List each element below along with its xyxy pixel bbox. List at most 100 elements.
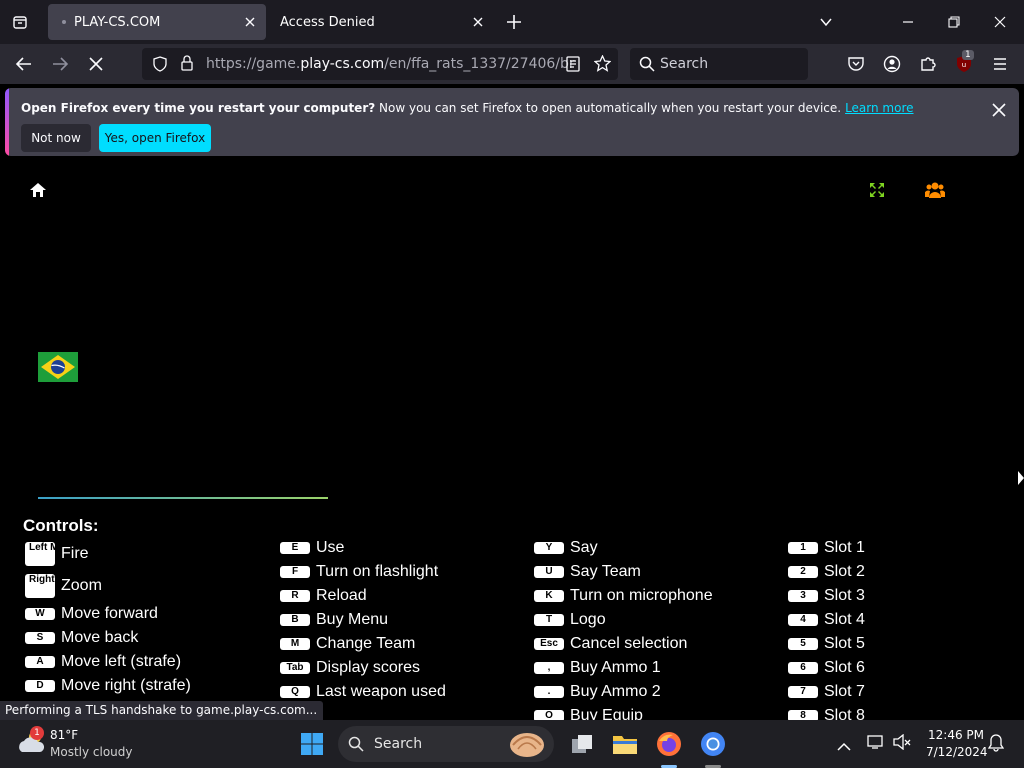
action-label: Slot 4 [824, 611, 865, 628]
volume-muted-icon[interactable] [893, 733, 911, 754]
key-badge: 1 [788, 542, 818, 554]
search-icon [639, 56, 655, 76]
tab-label: PLAY-CS.COM [74, 14, 161, 30]
search-bar[interactable]: Search [630, 48, 808, 80]
network-icon[interactable] [867, 734, 885, 754]
key-badge: A [25, 656, 55, 668]
forward-arrow-icon[interactable] [50, 54, 70, 74]
file-explorer-icon[interactable] [609, 728, 641, 760]
chrome-icon[interactable] [697, 728, 729, 760]
players-icon[interactable] [924, 181, 946, 203]
list-item: U Say Team [534, 560, 713, 584]
notification-bell-icon[interactable] [987, 734, 1005, 756]
action-label: Move back [61, 629, 139, 646]
windows-start-icon[interactable] [296, 728, 328, 760]
controls-column-3: Y Say U Say Team K Turn on microphone T Logo… [534, 536, 713, 728]
pocket-icon[interactable] [846, 54, 866, 74]
windows-taskbar: 1 81°F Mostly cloudy Search 12:46 PM 7/1… [0, 720, 1024, 768]
action-label: Say [570, 539, 598, 556]
yes-open-firefox-button[interactable]: Yes, open Firefox [99, 124, 211, 152]
key-badge: F [280, 566, 310, 578]
action-label: Slot 6 [824, 659, 865, 676]
list-item: W Move forward [25, 602, 191, 626]
weather-description: Mostly cloudy [50, 745, 133, 759]
learn-more-link[interactable]: Learn more [845, 101, 913, 115]
firefox-icon[interactable] [653, 728, 685, 760]
key-badge: Tab [280, 662, 310, 674]
address-bar[interactable]: https://game.play-cs.com/en/ffa_rats_133… [142, 48, 618, 80]
action-label: Zoom [61, 577, 102, 594]
taskbar-search-label: Search [374, 736, 423, 752]
not-now-button[interactable]: Not now [21, 124, 91, 152]
weather-badge: 1 [30, 726, 44, 740]
tab-access-denied[interactable]: Access Denied [270, 4, 494, 40]
list-item: M Change Team [280, 632, 446, 656]
new-tab-plus-icon[interactable] [504, 12, 524, 32]
list-item: R Reload [280, 584, 446, 608]
key-badge: R [280, 590, 310, 602]
default-browser-notification: Open Firefox every time you restart your… [5, 88, 1019, 156]
key-badge: 3 [788, 590, 818, 602]
reader-view-icon[interactable] [566, 56, 580, 76]
list-item: K Turn on microphone [534, 584, 713, 608]
action-label: Buy Menu [316, 611, 389, 628]
list-item: Esc Cancel selection [534, 632, 713, 656]
action-label: Reload [316, 587, 367, 604]
key-badge: Left Mous [25, 542, 55, 566]
task-view-icon[interactable] [566, 728, 598, 760]
list-item: 6 Slot 6 [788, 656, 865, 680]
action-label: Turn on microphone [570, 587, 713, 604]
list-item: B Buy Menu [280, 608, 446, 632]
extensions-puzzle-icon[interactable] [918, 54, 938, 74]
home-icon[interactable] [30, 182, 46, 201]
key-badge: , [534, 662, 564, 674]
taskbar-search[interactable]: Search [338, 726, 554, 762]
action-label: Buy Ammo 2 [570, 683, 661, 700]
list-item: Right Mous Zoom [25, 570, 191, 602]
back-arrow-icon[interactable] [14, 54, 34, 74]
close-icon[interactable] [242, 14, 258, 30]
controls-title: Controls: [23, 516, 99, 535]
list-item: . Buy Ammo 2 [534, 680, 713, 704]
key-badge: D [25, 680, 55, 692]
minimize-icon[interactable] [898, 12, 918, 32]
key-badge: 5 [788, 638, 818, 650]
game-area[interactable]: Controls: Left Mous Fire Right Mous Zoom W… [0, 158, 1024, 724]
close-icon[interactable] [470, 14, 486, 30]
fullscreen-icon[interactable] [869, 182, 885, 202]
tab-bar: PLAY-CS.COM Access Denied [0, 0, 1024, 44]
account-icon[interactable] [882, 54, 902, 74]
chevron-down-icon[interactable] [816, 12, 836, 32]
action-label: Use [316, 539, 345, 556]
list-all-tabs-icon[interactable] [8, 10, 32, 34]
chevron-up-icon[interactable] [837, 737, 851, 756]
stop-loading-icon[interactable] [86, 54, 106, 74]
notification-message: Open Firefox every time you restart your… [21, 101, 914, 115]
key-badge: S [25, 632, 55, 644]
navigation-toolbar: https://game.play-cs.com/en/ffa_rats_133… [0, 44, 1024, 84]
lock-icon[interactable] [180, 55, 194, 75]
list-item: E Use [280, 536, 446, 560]
restore-icon[interactable] [944, 12, 964, 32]
bookmark-star-icon[interactable] [593, 54, 612, 76]
clock-time[interactable]: 12:46 PM [928, 728, 984, 742]
key-badge: 6 [788, 662, 818, 674]
menu-hamburger-icon[interactable] [990, 54, 1010, 74]
list-item: , Buy Ammo 1 [534, 656, 713, 680]
key-badge: B [280, 614, 310, 626]
window-close-icon[interactable] [990, 12, 1010, 32]
clock-date[interactable]: 7/12/2024 [926, 745, 988, 759]
controls-column-2: E Use F Turn on flashlight R Reload B Buy Me… [280, 536, 446, 728]
list-item: T Logo [534, 608, 713, 632]
search-icon [348, 736, 364, 756]
tab-play-cs[interactable]: PLAY-CS.COM [48, 4, 266, 40]
list-item: Tab Display scores [280, 656, 446, 680]
action-label: Move forward [61, 605, 158, 622]
tracking-shield-icon[interactable] [152, 56, 168, 76]
list-item: 1 Slot 1 [788, 536, 865, 560]
key-badge: Y [534, 542, 564, 554]
close-icon[interactable] [989, 100, 1009, 120]
list-item: 3 Slot 3 [788, 584, 865, 608]
action-label: Logo [570, 611, 606, 628]
notification-accent [5, 88, 9, 156]
